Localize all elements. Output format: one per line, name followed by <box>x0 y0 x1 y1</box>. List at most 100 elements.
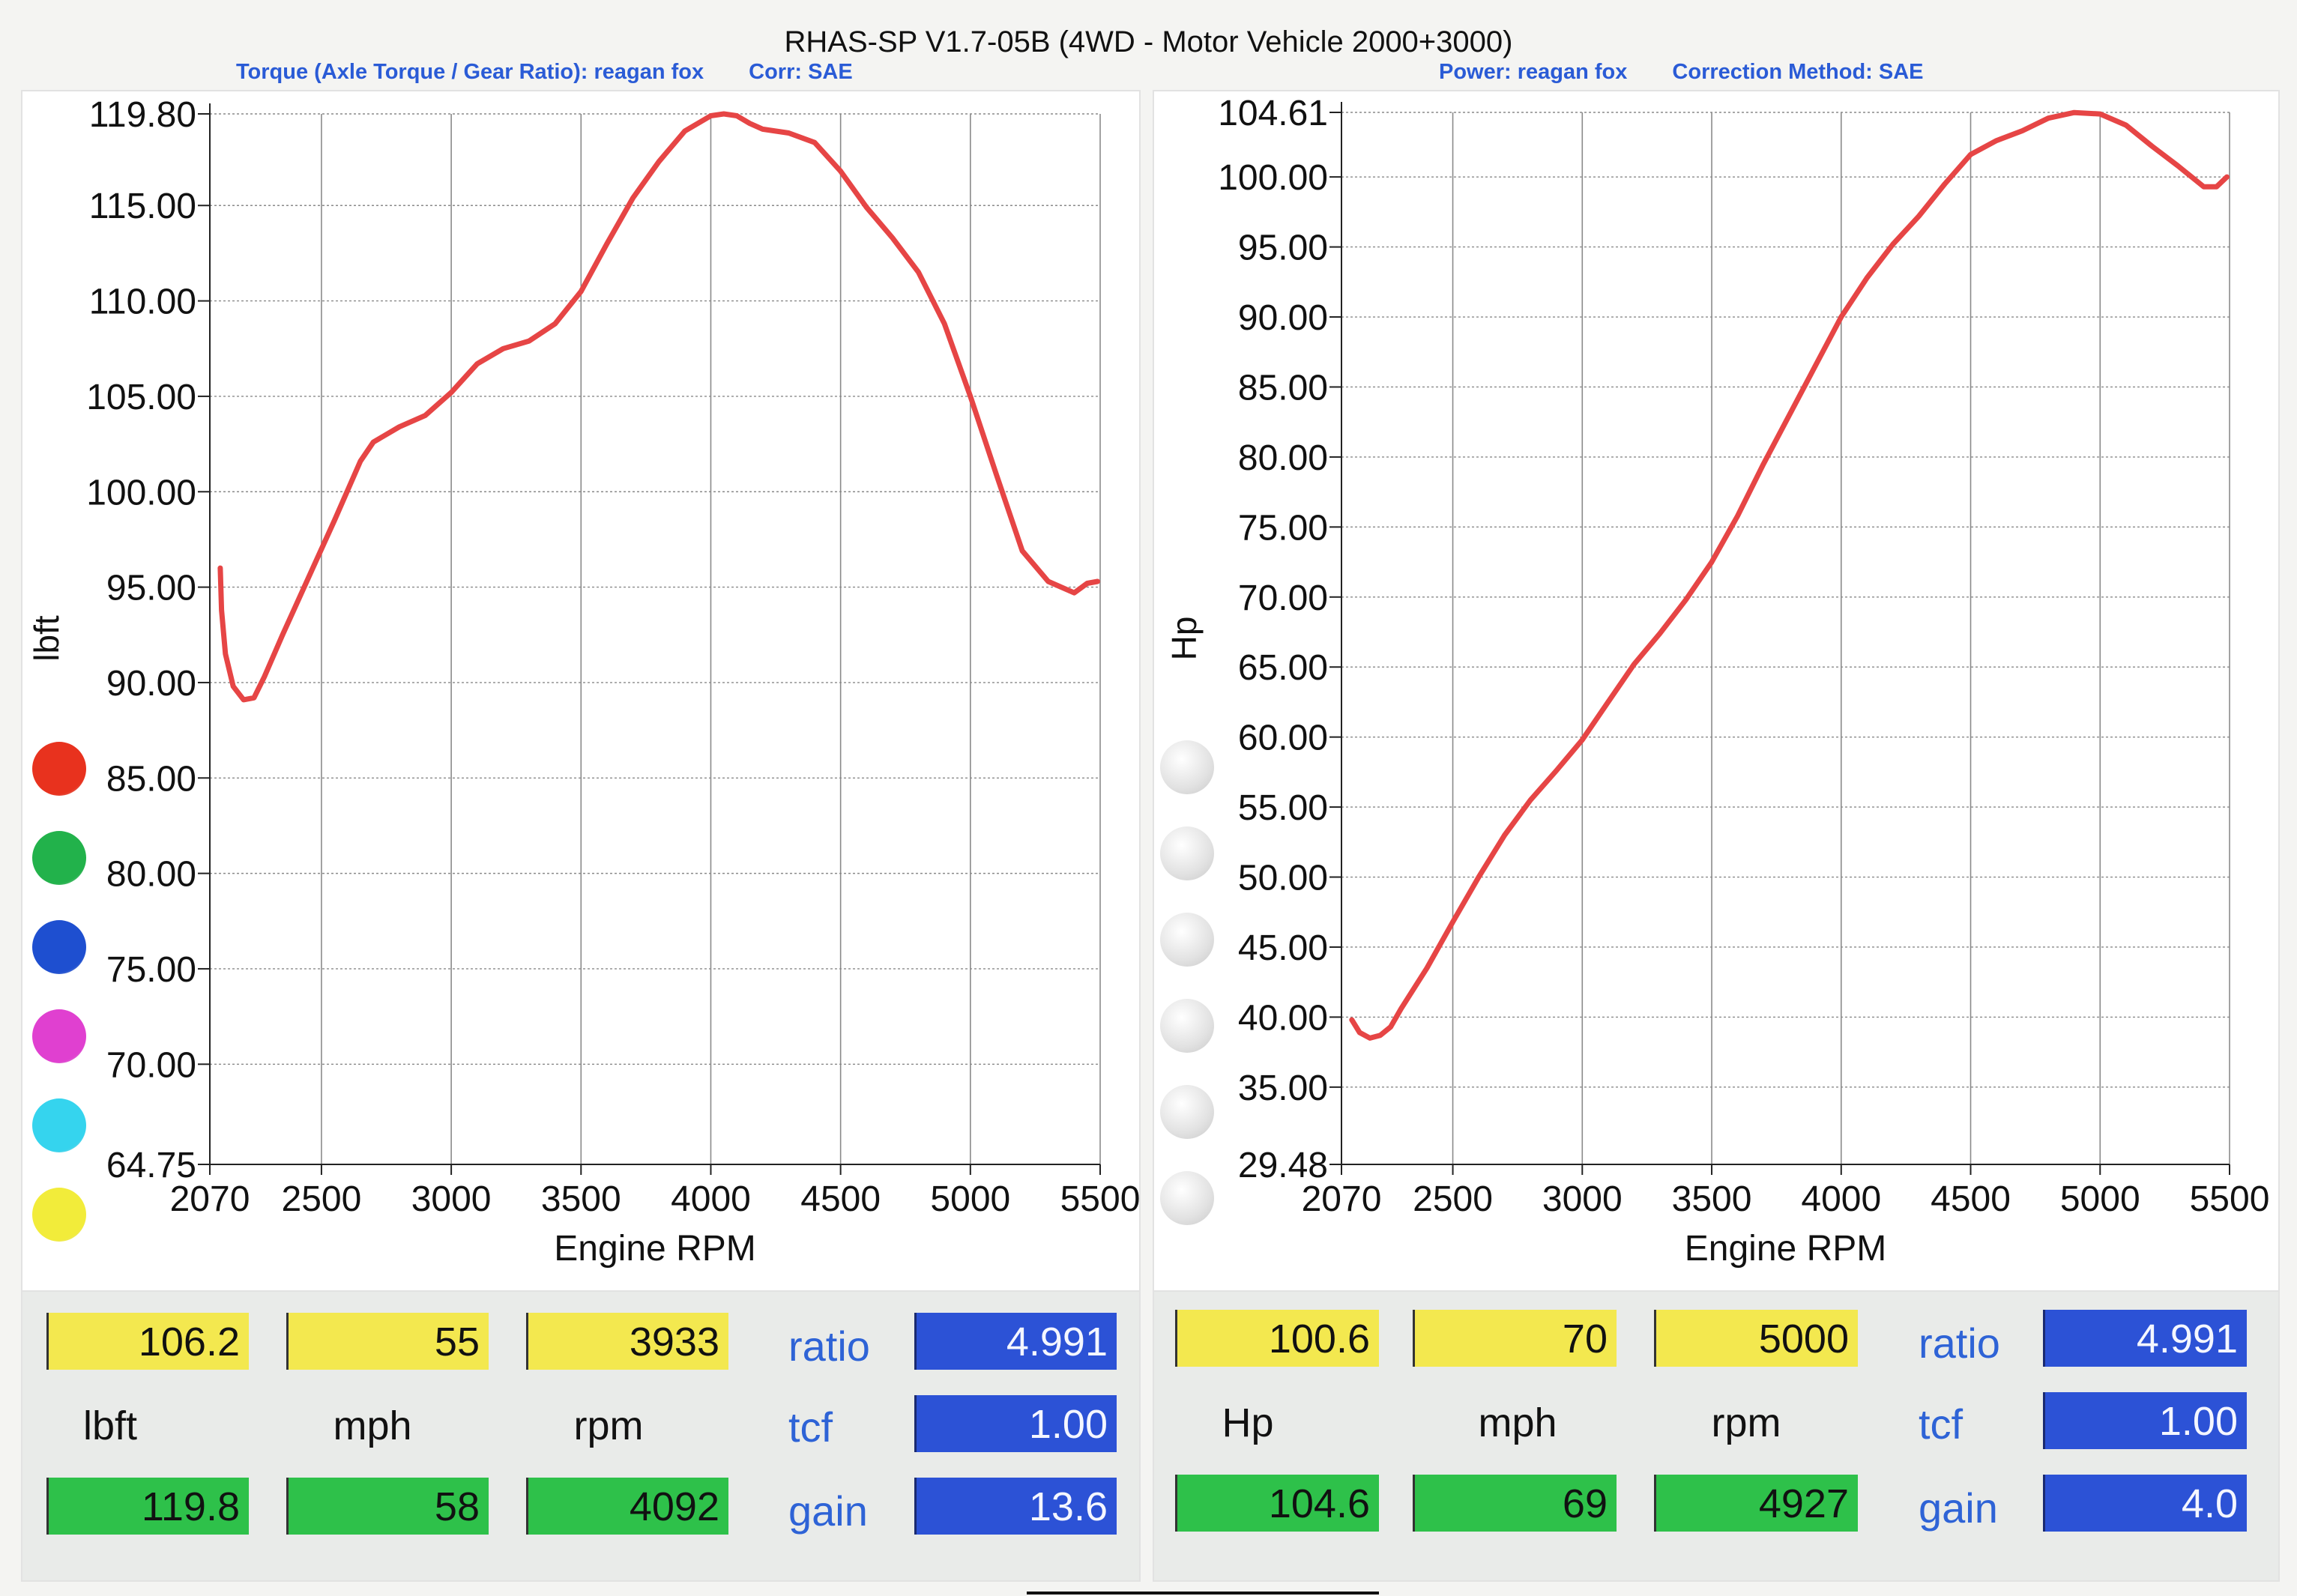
y-tick-label: 60.00 <box>1238 719 1328 758</box>
y-tick-label: 50.00 <box>1238 859 1328 898</box>
gain-value: 13.6 <box>914 1478 1117 1535</box>
y-tick-label: 105.00 <box>86 378 196 417</box>
run-color-swatch[interactable] <box>1160 999 1214 1053</box>
peak-power-value: 104.6 <box>1175 1475 1379 1532</box>
run-color-swatch[interactable] <box>32 742 86 796</box>
power-subtitle-source: Power: reagan fox <box>1439 60 1628 84</box>
ratio-value: 4.991 <box>2043 1310 2247 1367</box>
x-tick-label: 2500 <box>282 1179 362 1219</box>
peak-rpm-value: 4927 <box>1654 1475 1858 1532</box>
speed-unit-label: mph <box>1478 1400 1557 1445</box>
power-unit-label: Hp <box>1222 1400 1274 1445</box>
x-tick-label: 2070 <box>1302 1179 1382 1219</box>
y-tick-label: 70.00 <box>106 1045 196 1085</box>
torque-subtitle: Torque (Axle Torque / Gear Ratio): reaga… <box>236 60 898 85</box>
run-color-swatch[interactable] <box>32 920 86 974</box>
current-power-value: 100.6 <box>1175 1310 1379 1367</box>
current-rpm-value: 5000 <box>1654 1310 1858 1367</box>
y-tick-label: 85.00 <box>106 759 196 799</box>
x-tick-label: 3000 <box>1542 1179 1623 1219</box>
torque-subtitle-source: Torque (Axle Torque / Gear Ratio): reaga… <box>236 60 704 84</box>
power-subtitle-correction: Correction Method: SAE <box>1672 60 1924 84</box>
x-tick-label: 3500 <box>541 1179 621 1219</box>
run-color-swatch[interactable] <box>1160 1085 1214 1139</box>
x-tick-label: 4000 <box>671 1179 751 1219</box>
x-tick-label: 2500 <box>1413 1179 1493 1219</box>
gain-label: gain <box>1919 1484 1998 1532</box>
y-tick-label: 104.61 <box>1218 94 1328 133</box>
x-tick-label: 5000 <box>930 1179 1010 1219</box>
y-tick-label: 85.00 <box>1238 368 1328 408</box>
x-tick-label: 3500 <box>1672 1179 1752 1219</box>
tcf-label: tcf <box>1919 1400 1964 1448</box>
torque-chart-panel: 64.75 70.00 75.00 80.00 85.00 90.00 95.00 100.0… <box>21 90 1141 1292</box>
peak-speed-value: 69 <box>1413 1475 1617 1532</box>
y-tick-label: 90.00 <box>106 664 196 704</box>
ratio-value: 4.991 <box>914 1313 1117 1370</box>
y-tick-label: 95.00 <box>106 569 196 608</box>
y-tick-label: 95.00 <box>1238 229 1328 268</box>
ratio-label: ratio <box>1919 1320 2000 1367</box>
y-tick-label: 55.00 <box>1238 788 1328 828</box>
run-color-swatch[interactable] <box>1160 740 1214 794</box>
power-readout-panel: 100.6 70 5000 Hp mph rpm 104.6 69 4927 r… <box>1153 1290 2280 1582</box>
y-tick-label: 35.00 <box>1238 1068 1328 1108</box>
x-tick-label: 5000 <box>2060 1179 2140 1219</box>
x-tick-label: 5500 <box>2190 1179 2270 1219</box>
bottom-divider <box>1027 1592 1379 1595</box>
run-color-swatch[interactable] <box>1160 913 1214 967</box>
rpm-unit-label: rpm <box>1711 1400 1781 1445</box>
x-axis-title: Engine RPM <box>554 1229 755 1269</box>
current-speed-value: 55 <box>286 1313 489 1370</box>
peak-speed-value: 58 <box>286 1478 489 1535</box>
x-tick-label: 2070 <box>170 1179 250 1219</box>
x-tick-label: 4500 <box>1931 1179 2011 1219</box>
y-tick-label: 75.00 <box>1238 508 1328 548</box>
run-color-swatch[interactable] <box>32 1009 86 1063</box>
current-rpm-value: 3933 <box>526 1313 728 1370</box>
run-color-swatch[interactable] <box>1160 826 1214 880</box>
y-tick-label: 45.00 <box>1238 928 1328 968</box>
peak-torque-value: 119.8 <box>46 1478 249 1535</box>
torque-subtitle-correction: Corr: SAE <box>749 60 853 84</box>
power-chart: 29.4835.0040.0045.0050.0055.0060.0065.00… <box>1165 94 2270 1269</box>
series-line <box>1349 109 2230 1041</box>
torque-readout-panel: 106.2 55 3933 lbft mph rpm 119.8 58 4092… <box>21 1290 1141 1582</box>
y-tick-label: 90.00 <box>1238 298 1328 338</box>
x-tick-label: 4000 <box>1801 1179 1881 1219</box>
y-tick-label: 115.00 <box>89 187 196 226</box>
ratio-label: ratio <box>788 1323 870 1370</box>
run-color-swatch[interactable] <box>32 1188 86 1242</box>
peak-rpm-value: 4092 <box>526 1478 728 1535</box>
y-tick-label: 65.00 <box>1238 648 1328 688</box>
tcf-value: 1.00 <box>914 1395 1117 1452</box>
y-axis-title: Hp <box>1165 617 1204 661</box>
x-tick-label: 3000 <box>411 1179 492 1219</box>
tcf-value: 1.00 <box>2043 1392 2247 1449</box>
speed-unit-label: mph <box>333 1403 412 1448</box>
rpm-unit-label: rpm <box>573 1403 644 1448</box>
y-tick-label: 119.80 <box>89 95 196 135</box>
x-tick-label: 4500 <box>800 1179 881 1219</box>
y-tick-label: 75.00 <box>106 950 196 990</box>
y-tick-label: 110.00 <box>89 282 196 322</box>
run-color-swatch[interactable] <box>1160 1171 1214 1225</box>
torque-chart: 64.7570.0075.0080.0085.0090.0095.00100.0… <box>27 95 1139 1269</box>
current-torque-value: 106.2 <box>46 1313 249 1370</box>
gain-value: 4.0 <box>2043 1475 2247 1532</box>
x-tick-label: 5500 <box>1060 1179 1139 1219</box>
y-tick-label: 40.00 <box>1238 998 1328 1038</box>
run-color-swatch[interactable] <box>32 831 86 885</box>
page-title: RHAS-SP V1.7-05B (4WD - Motor Vehicle 20… <box>784 25 1513 58</box>
y-tick-label: 100.00 <box>1218 158 1328 198</box>
current-speed-value: 70 <box>1413 1310 1617 1367</box>
series-line <box>217 111 1100 703</box>
tcf-label: tcf <box>788 1403 833 1451</box>
y-tick-label: 100.00 <box>86 473 196 513</box>
y-axis-title: lbft <box>27 615 66 662</box>
y-tick-label: 80.00 <box>106 855 196 895</box>
power-subtitle: Power: reagan fox Correction Method: SAE <box>1439 60 1969 85</box>
power-chart-panel: 29.48 35.00 40.00 45.00 50.00 55.00 60.00 65.00… <box>1153 90 2280 1292</box>
y-tick-label: 70.00 <box>1238 578 1328 618</box>
run-color-swatch[interactable] <box>32 1098 86 1152</box>
